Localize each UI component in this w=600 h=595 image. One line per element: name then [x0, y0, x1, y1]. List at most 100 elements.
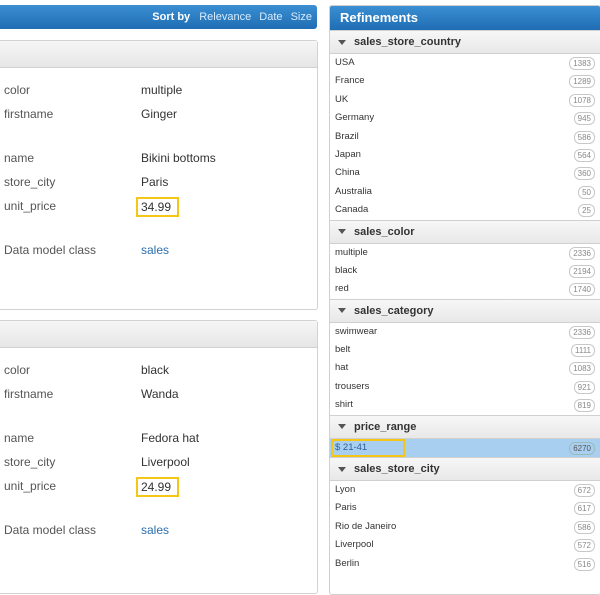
- facet-item-label: Rio de Janeiro: [335, 520, 397, 532]
- facet-item[interactable]: trousers 921: [330, 378, 600, 396]
- count-badge: 2336: [569, 325, 595, 339]
- facet-item[interactable]: black 2194: [330, 262, 600, 280]
- field-value: Ginger: [141, 107, 178, 121]
- count-badge: 6270: [569, 441, 595, 455]
- field-value: Paris: [141, 175, 169, 189]
- facet-item[interactable]: Paris 617: [330, 499, 600, 517]
- count-badge: 1289: [569, 75, 595, 89]
- data-model-class-link[interactable]: sales: [141, 523, 169, 537]
- facet-item-label: Liverpool: [335, 539, 374, 551]
- facet-item[interactable]: UK 1078: [330, 91, 600, 109]
- facet-item[interactable]: Brazil 586: [330, 128, 600, 146]
- sort-date-link[interactable]: Date: [259, 11, 282, 23]
- count-badge: 564: [573, 148, 595, 162]
- field-value: Bikini bottoms: [141, 151, 216, 165]
- collapse-triangle-icon: [338, 39, 346, 45]
- collapse-triangle-icon: [338, 308, 346, 314]
- result-header[interactable]: [0, 41, 317, 68]
- count-badge: 1740: [569, 283, 595, 297]
- sort-by-label: Sort by: [152, 11, 191, 23]
- count-badge: 586: [573, 520, 595, 534]
- field-label: store_city: [4, 175, 56, 189]
- count-badge: 1383: [569, 57, 595, 70]
- facet-item[interactable]: hat 1083: [330, 359, 600, 377]
- field-value: black: [141, 363, 170, 377]
- facet-name: sales_color: [354, 225, 415, 238]
- field-label: firstname: [4, 107, 54, 121]
- facet-item-label: hat: [335, 362, 349, 374]
- count-badge: 672: [573, 484, 595, 498]
- facet-item[interactable]: Lyon 672: [330, 481, 600, 499]
- result-card: color multiple firstname Ginger name Bik…: [0, 40, 318, 310]
- facet-name: sales_store_country: [354, 36, 461, 48]
- facet-item[interactable]: Canada 25: [330, 201, 600, 219]
- facet-item[interactable]: shirt 819: [330, 396, 600, 414]
- field-label: color: [4, 363, 31, 377]
- facet-item[interactable]: Australia 50: [330, 183, 600, 201]
- facet-name: sales_category: [354, 304, 434, 317]
- refinements-panel: Refinements sales_store_country USA 1383 …: [329, 5, 600, 595]
- collapse-triangle-icon: [338, 424, 346, 430]
- facet-header-sales-store-country[interactable]: sales_store_country: [330, 30, 600, 54]
- facet-item[interactable]: China 360: [330, 164, 600, 182]
- facet-item-label: shirt: [335, 399, 353, 411]
- facet-item-label: belt: [335, 344, 351, 356]
- facet-item-label: Canada: [335, 204, 369, 216]
- field-value: Wanda: [141, 387, 179, 401]
- count-badge: 819: [573, 399, 595, 413]
- field-value: multiple: [141, 83, 183, 97]
- facet-item[interactable]: multiple 2336: [330, 244, 600, 262]
- facet-name: price_range: [354, 420, 417, 433]
- facet-item[interactable]: swimwear 2336: [330, 323, 600, 341]
- field-value: Liverpool: [141, 455, 190, 469]
- field-label: Data model class: [4, 243, 97, 257]
- facet-item-label: Japan: [335, 148, 361, 160]
- facet-header-price-range[interactable]: price_range: [330, 414, 600, 439]
- field-label: color: [4, 83, 31, 97]
- field-label: name: [4, 151, 35, 165]
- result-header[interactable]: [0, 321, 317, 348]
- count-badge: 586: [573, 130, 595, 144]
- facet-header-sales-color[interactable]: sales_color: [330, 219, 600, 244]
- count-badge: 1083: [569, 362, 595, 376]
- count-badge: 516: [573, 557, 595, 571]
- facet-item[interactable]: red 1740: [330, 280, 600, 298]
- collapse-triangle-icon: [338, 466, 346, 472]
- sort-size-link[interactable]: Size: [291, 11, 312, 23]
- count-badge: 572: [573, 539, 595, 553]
- facet-item[interactable]: USA 1383: [330, 54, 600, 72]
- field-label: name: [4, 431, 35, 445]
- facet-header-sales-store-city[interactable]: sales_store_city: [330, 457, 600, 482]
- facet-name: sales_store_city: [354, 463, 440, 476]
- field-value: Fedora hat: [141, 431, 200, 445]
- facet-item-label: Lyon: [335, 484, 356, 496]
- refinements-title: Refinements: [330, 6, 600, 30]
- sort-relevance-link[interactable]: Relevance: [199, 11, 251, 23]
- collapse-triangle-icon: [338, 229, 346, 235]
- facet-item[interactable]: Japan 564: [330, 146, 600, 164]
- data-model-class-link[interactable]: sales: [141, 243, 169, 257]
- unit-price-value: 24.99: [136, 477, 180, 497]
- sort-toolbar: Sort by Relevance Date Size: [0, 5, 317, 29]
- facet-item-label: China: [335, 167, 360, 179]
- field-label: store_city: [4, 455, 56, 469]
- facet-header-sales-category[interactable]: sales_category: [330, 298, 600, 323]
- facet-item[interactable]: belt 1111: [330, 341, 600, 359]
- facet-item-label: USA: [335, 57, 355, 68]
- facet-item-label: red: [335, 283, 349, 295]
- facet-item[interactable]: Liverpool 572: [330, 536, 600, 554]
- facet-item[interactable]: Germany 945: [330, 109, 600, 127]
- count-badge: 2336: [569, 246, 595, 260]
- facet-item-label: Berlin: [335, 557, 360, 569]
- facet-item-selected[interactable]: $ 21-41 6270: [330, 438, 600, 458]
- facet-item-label: Germany: [335, 112, 375, 124]
- results-panel: Sort by Relevance Date Size color multip…: [0, 0, 319, 594]
- facet-item-label: trousers: [335, 380, 370, 392]
- facet-item-label: Paris: [335, 502, 357, 514]
- facet-item-label: Australia: [335, 185, 372, 197]
- facet-item[interactable]: Rio de Janeiro 586: [330, 518, 600, 536]
- field-label: Data model class: [4, 523, 97, 537]
- facet-item[interactable]: Berlin 516: [330, 555, 600, 573]
- facet-item[interactable]: France 1289: [330, 72, 600, 90]
- facet-item-label: multiple: [335, 246, 368, 258]
